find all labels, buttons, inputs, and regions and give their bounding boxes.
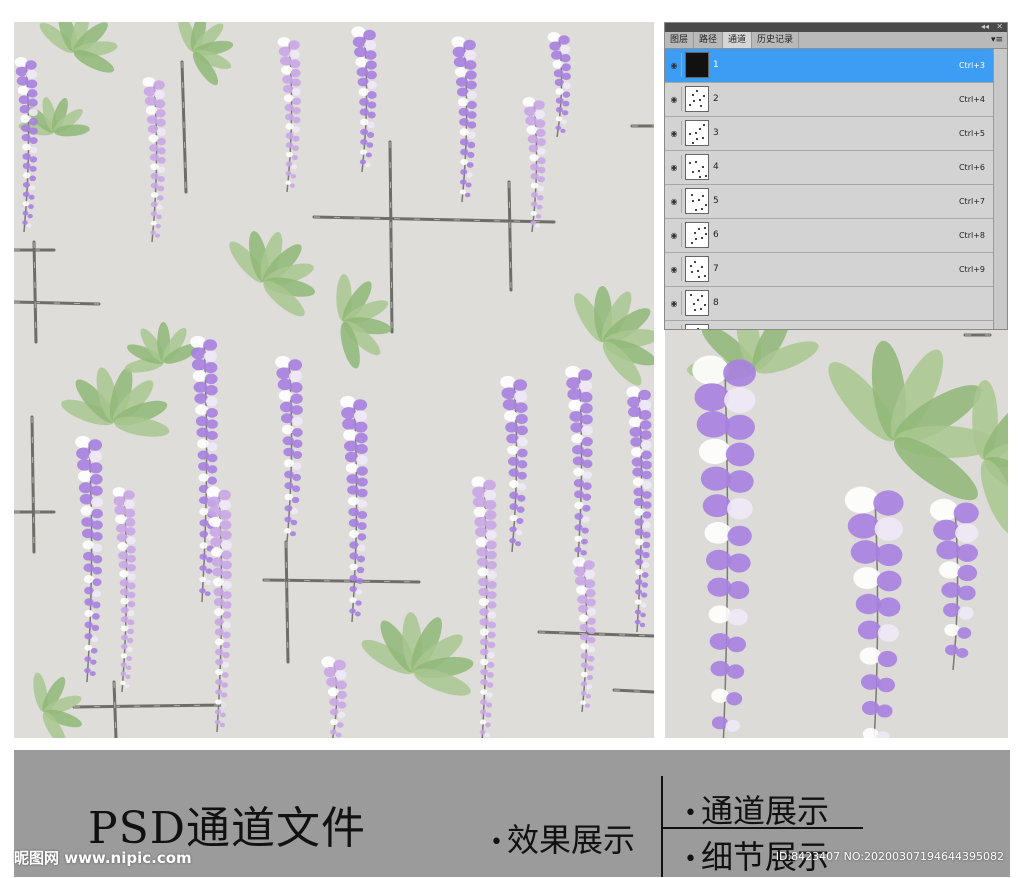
channel-shortcut: Ctrl+9 bbox=[958, 265, 985, 274]
channel-name: 8 bbox=[713, 298, 719, 308]
channel-thumbnail bbox=[685, 222, 709, 248]
channel-shortcut: Ctrl+3 bbox=[958, 61, 985, 70]
channels-panel: ◂◂ ✕ 图层 路径 通道 历史记录 ▾≡ ◉ 1 Ctrl+3 ◉ 2 Ctrl+4 ◉ 3… bbox=[664, 22, 1008, 330]
close-icon[interactable]: ✕ bbox=[996, 23, 1003, 32]
channel-row[interactable]: ◉ 1 Ctrl+3 bbox=[665, 49, 993, 83]
bullet-icon: • bbox=[684, 800, 697, 826]
visibility-eye-icon[interactable]: ◉ bbox=[667, 155, 682, 179]
channel-row[interactable]: ◉ 6 Ctrl+8 bbox=[665, 219, 993, 253]
channel-row[interactable]: ◉ 5 Ctrl+7 bbox=[665, 185, 993, 219]
channel-thumbnail bbox=[685, 86, 709, 112]
channel-list-scrollbar[interactable] bbox=[993, 49, 1007, 329]
channel-name: 4 bbox=[713, 162, 719, 172]
channel-row[interactable]: ◉ 2 Ctrl+4 bbox=[665, 83, 993, 117]
tab-channels[interactable]: 通道 bbox=[723, 32, 753, 48]
channel-name: 2 bbox=[713, 94, 719, 104]
channel-row[interactable]: ◉ 3 Ctrl+5 bbox=[665, 117, 993, 151]
visibility-eye-icon[interactable]: ◉ bbox=[667, 223, 682, 247]
channel-row[interactable]: ◉ 8 bbox=[665, 287, 993, 321]
channel-list: ◉ 1 Ctrl+3 ◉ 2 Ctrl+4 ◉ 3 Ctrl+5 ◉ 4 Ctrl+6 ◉ 5 Ctrl+7… bbox=[665, 49, 993, 329]
channel-name: 1 bbox=[713, 60, 719, 70]
channel-row[interactable]: ◉ 7 Ctrl+9 bbox=[665, 253, 993, 287]
bullet-icon: • bbox=[684, 846, 697, 872]
channel-row[interactable]: ◉9 bbox=[665, 321, 993, 329]
wisteria-pattern-illustration bbox=[14, 22, 654, 738]
tab-layers[interactable]: 图层 bbox=[665, 32, 695, 48]
channel-thumbnail bbox=[685, 256, 709, 282]
panel-menu-icon[interactable]: ▾≡ bbox=[991, 32, 1003, 48]
channel-name: 6 bbox=[713, 230, 719, 240]
visibility-eye-icon[interactable]: ◉ bbox=[667, 87, 682, 111]
detail-preview bbox=[665, 330, 1008, 738]
channel-name: 3 bbox=[713, 128, 719, 138]
tab-history[interactable]: 历史记录 bbox=[752, 32, 800, 48]
visibility-eye-icon[interactable]: ◉ bbox=[667, 291, 682, 315]
channel-name: 7 bbox=[713, 264, 719, 274]
visibility-eye-icon[interactable]: ◉ bbox=[667, 257, 682, 281]
tab-paths[interactable]: 路径 bbox=[694, 32, 724, 48]
visibility-eye-icon[interactable]: ◉ bbox=[667, 121, 682, 145]
channel-shortcut: Ctrl+4 bbox=[958, 95, 985, 104]
site-logo-watermark: 昵图网 www.nipic.com bbox=[14, 849, 192, 867]
channel-shortcut: Ctrl+7 bbox=[958, 197, 985, 206]
caption-channel: • 通道展示 bbox=[684, 786, 829, 832]
channel-name: 5 bbox=[713, 196, 719, 206]
channel-thumbnail bbox=[685, 120, 709, 146]
wisteria-detail-illustration bbox=[687, 330, 1008, 738]
visibility-eye-icon[interactable]: ◉ bbox=[667, 53, 682, 77]
image-id-watermark: ID:8423407 NO:20200307194644395082 bbox=[775, 850, 1004, 863]
channel-shortcut: Ctrl+8 bbox=[958, 231, 985, 240]
channel-name: 9 bbox=[713, 321, 719, 329]
panel-tabs: 图层 路径 通道 历史记录 ▾≡ bbox=[665, 32, 1007, 49]
channel-row[interactable]: ◉ 4 Ctrl+6 bbox=[665, 151, 993, 185]
channel-shortcut: Ctrl+6 bbox=[958, 163, 985, 172]
caption-effect-label: 效果展示 bbox=[506, 821, 635, 859]
channel-shortcut: Ctrl+5 bbox=[958, 129, 985, 138]
collapse-icon[interactable]: ◂◂ bbox=[981, 23, 989, 32]
panel-titlebar: ◂◂ ✕ bbox=[665, 23, 1007, 32]
bullet-icon: • bbox=[490, 829, 503, 855]
channel-thumbnail bbox=[685, 52, 709, 78]
caption-banner: PSD通道文件 • 效果展示 • 通道展示 • 细节展示 昵图网 www.nipic.… bbox=[14, 750, 1010, 877]
channel-thumbnail bbox=[685, 154, 709, 180]
pattern-preview bbox=[14, 22, 654, 738]
channel-thumbnail bbox=[685, 188, 709, 214]
caption-effect: • 效果展示 bbox=[490, 815, 635, 861]
caption-channel-label: 通道展示 bbox=[700, 792, 829, 830]
channel-thumbnail bbox=[685, 290, 709, 316]
visibility-eye-icon[interactable]: ◉ bbox=[667, 189, 682, 213]
